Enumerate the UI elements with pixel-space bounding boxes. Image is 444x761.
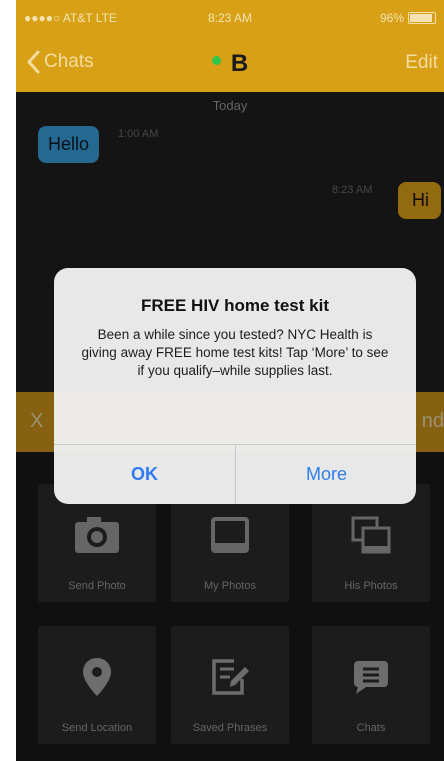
status-bar: ●●●●○ AT&T LTE 8:23 AM 96% [16,0,444,36]
nav-bar: Chats B Edit [16,36,444,92]
chat-title-text: B [230,50,249,77]
alert-title: FREE HIV home test kit [141,296,329,315]
battery-percent: 96% [379,11,404,25]
alert-message: Been a while since you tested? NYC Healt… [81,327,389,378]
online-indicator-icon [211,56,221,66]
more-button[interactable]: More [236,444,416,504]
ok-button[interactable]: OK [54,444,235,504]
promo-alert-dialog: FREE HIV home test kit Been a while sinc… [54,268,416,504]
edit-button[interactable]: Edit [405,52,438,74]
battery-icon [408,12,436,24]
status-right: 96% [380,11,436,25]
phone-screen: ●●●●○ AT&T LTE 8:23 AM 96% Chats B Edit … [16,0,444,761]
chat-title[interactable]: B [16,50,444,78]
